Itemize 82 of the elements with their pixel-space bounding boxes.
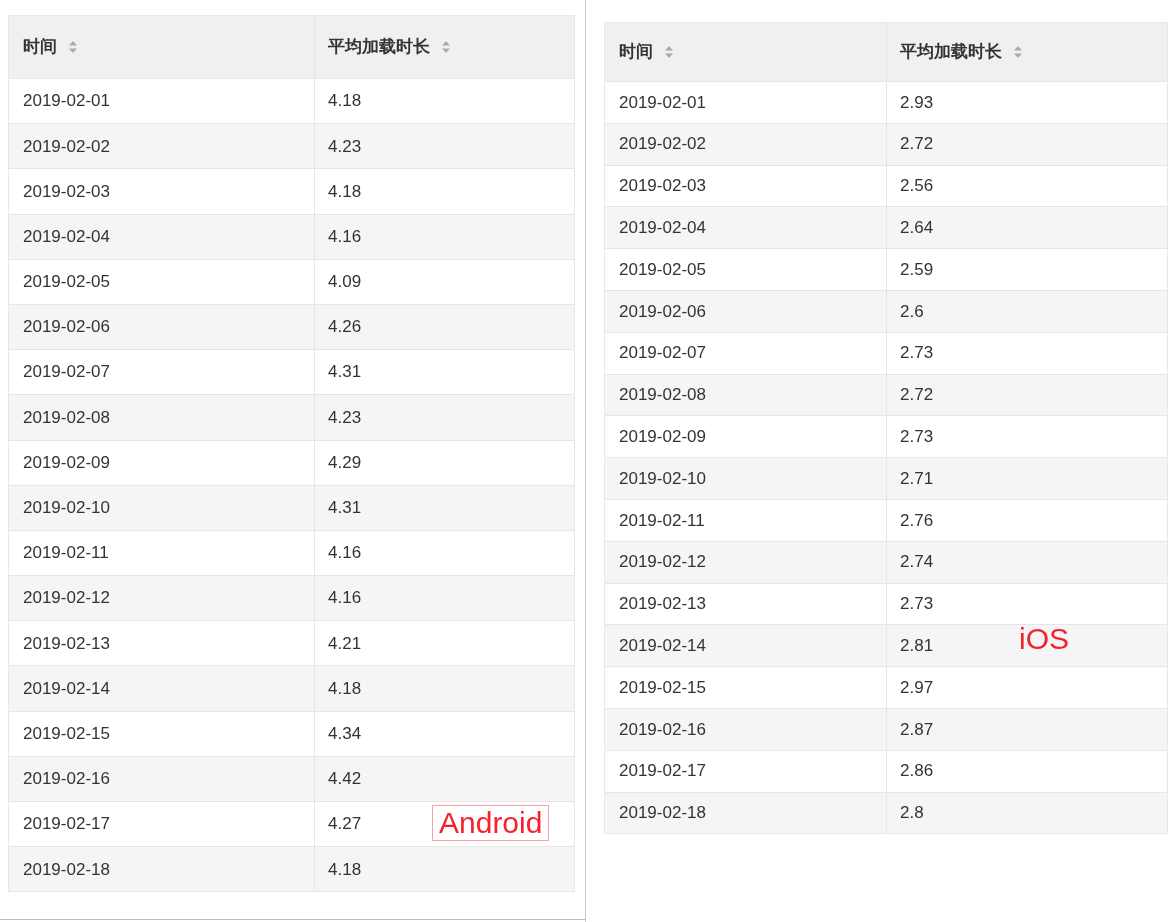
duration-cell-text: 4.26	[328, 316, 362, 339]
column-header[interactable]: 时间	[23, 34, 57, 60]
date-cell-text: 2019-02-02	[619, 133, 706, 156]
duration-cell-text: 4.16	[328, 225, 362, 248]
date-cell-text: 2019-02-15	[23, 722, 110, 745]
date-cell-text: 2019-02-04	[23, 225, 110, 248]
duration-cell-text: 4.34	[328, 722, 362, 745]
date-cell-text: 2019-02-05	[23, 271, 110, 294]
date-cell-text: 2019-02-17	[619, 760, 706, 783]
duration-cell-text: 2.97	[900, 676, 934, 699]
duration-cell-text: 4.23	[328, 135, 362, 158]
duration-cell-text: 4.23	[328, 406, 362, 429]
date-cell-text: 2019-02-02	[23, 135, 110, 158]
date-cell-text: 2019-02-17	[23, 813, 110, 836]
duration-cell-text: 4.18	[328, 677, 362, 700]
duration-cell-text: 2.72	[900, 133, 934, 156]
duration-cell-text: 2.93	[900, 91, 934, 114]
duration-cell-text: 4.21	[328, 632, 362, 655]
sort-icon[interactable]	[1014, 46, 1022, 58]
date-cell-text: 2019-02-06	[619, 300, 706, 323]
date-cell-text: 2019-02-13	[23, 632, 110, 655]
duration-cell-text: 4.31	[328, 497, 362, 520]
duration-cell-text: 4.18	[328, 180, 362, 203]
platform-label: Android	[432, 805, 550, 841]
date-cell-text: 2019-02-12	[619, 551, 706, 574]
date-cell-text: 2019-02-08	[23, 406, 110, 429]
duration-cell-text: 2.72	[900, 384, 934, 407]
date-cell-text: 2019-02-18	[23, 858, 110, 881]
platform-label: iOS	[1018, 622, 1070, 656]
duration-cell-text: 2.86	[900, 760, 934, 783]
duration-cell-text: 2.81	[900, 635, 934, 657]
date-cell-text: 2019-02-04	[619, 217, 706, 240]
duration-cell-text: 4.18	[328, 90, 362, 113]
date-cell-text: 2019-02-09	[23, 451, 110, 474]
date-cell-text: 2019-02-10	[619, 467, 706, 490]
duration-cell-text: 2.6	[900, 300, 924, 323]
duration-cell-text: 4.18	[328, 858, 362, 881]
column-header[interactable]: 平均加载时长	[900, 39, 1002, 65]
date-cell-text: 2019-02-05	[619, 258, 706, 281]
duration-cell-text: 4.42	[328, 768, 362, 791]
date-cell-text: 2019-02-03	[619, 175, 706, 198]
duration-cell-text: 4.29	[328, 451, 362, 474]
duration-cell-text: 2.74	[900, 551, 934, 574]
date-cell-text: 2019-02-11	[23, 542, 109, 565]
column-header[interactable]: 时间	[619, 39, 653, 65]
duration-cell-text: 4.09	[328, 271, 362, 294]
date-cell-text: 2019-02-18	[619, 802, 706, 825]
date-cell-text: 2019-02-07	[23, 361, 110, 384]
date-cell-text: 2019-02-08	[619, 384, 706, 407]
duration-cell-text: 2.59	[900, 258, 934, 281]
duration-cell-text: 2.64	[900, 217, 934, 240]
duration-cell-text: 2.73	[900, 593, 934, 616]
date-cell-text: 2019-02-10	[23, 497, 110, 520]
date-cell-text: 2019-02-07	[619, 342, 706, 365]
date-cell-text: 2019-02-14	[23, 677, 110, 700]
duration-cell-text: 2.87	[900, 718, 934, 741]
sort-icon[interactable]	[69, 41, 77, 53]
duration-cell-text: 4.31	[328, 361, 362, 384]
duration-cell-text: 2.76	[900, 509, 934, 532]
date-cell-text: 2019-02-01	[23, 90, 110, 113]
date-cell-text: 2019-02-14	[619, 635, 706, 657]
date-cell-text: 2019-02-12	[23, 587, 110, 610]
date-cell-text: 2019-02-13	[619, 593, 706, 616]
duration-cell-text: 2.73	[900, 426, 934, 448]
date-cell-text: 2019-02-06	[23, 316, 110, 339]
date-cell-text: 2019-02-16	[23, 768, 110, 791]
sort-icon[interactable]	[665, 46, 673, 58]
duration-cell-text: 4.27	[328, 813, 362, 836]
date-cell-text: 2019-02-11	[619, 509, 705, 532]
duration-cell-text: 2.56	[900, 175, 934, 198]
date-cell-text: 2019-02-16	[619, 718, 706, 741]
duration-cell-text: 4.16	[328, 542, 362, 565]
date-cell-text: 2019-02-03	[23, 180, 110, 203]
sort-icon[interactable]	[442, 41, 450, 53]
duration-cell-text: 4.16	[328, 587, 362, 610]
date-cell-text: 2019-02-01	[619, 91, 706, 114]
column-header[interactable]: 平均加载时长	[328, 34, 430, 60]
duration-cell-text: 2.73	[900, 342, 934, 365]
duration-cell-text: 2.71	[900, 467, 934, 490]
date-cell-text: 2019-02-09	[619, 426, 706, 448]
date-cell-text: 2019-02-15	[619, 676, 706, 699]
duration-cell-text: 2.8	[900, 802, 924, 825]
